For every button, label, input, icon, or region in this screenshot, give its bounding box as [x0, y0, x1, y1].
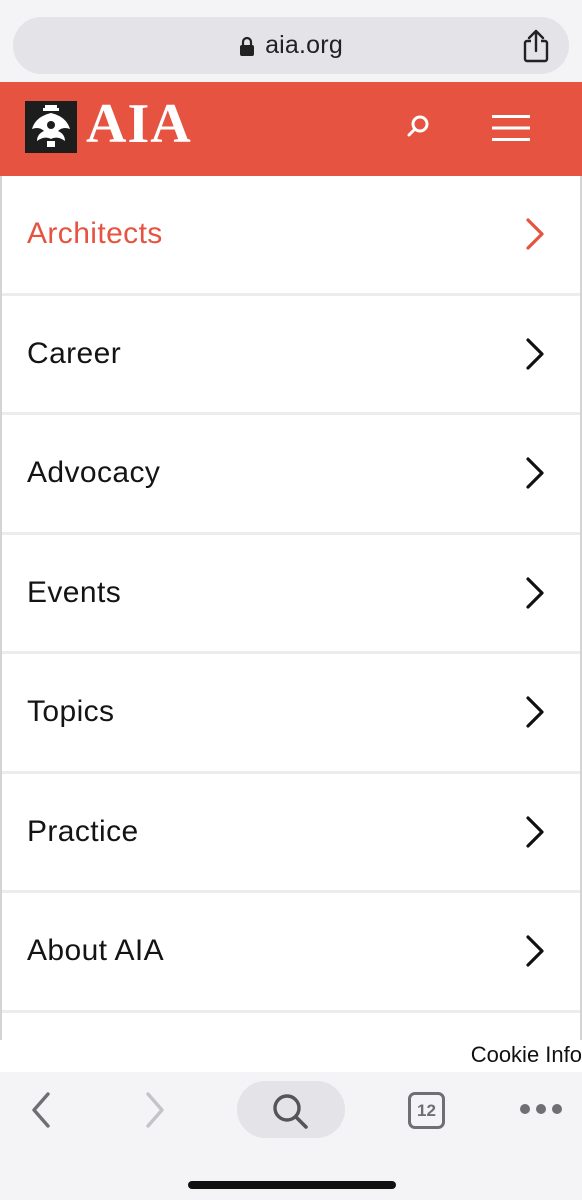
- menu-item-label: Events: [27, 575, 122, 609]
- menu-item-label: About AIA: [27, 934, 165, 967]
- chevron-right-icon: [526, 576, 544, 609]
- search-icon[interactable]: [403, 112, 433, 142]
- menu-item-label: Career: [27, 336, 122, 370]
- chevron-right-icon: [526, 935, 544, 967]
- menu-item-topics[interactable]: Topics: [2, 654, 580, 774]
- site-header: AIA: [0, 82, 582, 176]
- chevron-right-icon: [526, 218, 544, 250]
- chevron-right-icon: [526, 457, 544, 489]
- browser-toolbar: 12: [0, 1072, 582, 1200]
- cookie-info-link[interactable]: Cookie Info: [471, 1042, 582, 1068]
- chevron-right-icon: [526, 696, 544, 728]
- home-indicator: [188, 1181, 396, 1189]
- menu-item-about-aia[interactable]: About AIA: [2, 893, 580, 1013]
- aia-eagle-logo-icon[interactable]: [25, 101, 77, 153]
- tabs-icon[interactable]: 12: [408, 1092, 445, 1129]
- menu-item-advocacy[interactable]: Advocacy: [2, 415, 580, 535]
- navigation-menu: Architects Career Advocacy Events Topics…: [0, 176, 582, 1040]
- url-display: aia.org: [13, 17, 569, 74]
- share-icon[interactable]: [521, 29, 551, 63]
- url-text: aia.org: [265, 31, 343, 59]
- forward-icon[interactable]: [140, 1090, 170, 1130]
- site-logo-text[interactable]: AIA: [86, 94, 192, 154]
- chevron-right-icon: [526, 337, 544, 370]
- menu-item-label: Practice: [27, 814, 139, 848]
- lock-icon: [240, 36, 255, 56]
- menu-item-practice[interactable]: Practice: [2, 774, 580, 893]
- search-icon: [273, 1094, 308, 1129]
- menu-item-career[interactable]: Career: [2, 296, 580, 415]
- cookie-banner: Cookie Info: [0, 1040, 582, 1072]
- browser-address-bar: aia.org: [0, 0, 582, 82]
- menu-item-architects[interactable]: Architects: [2, 176, 580, 296]
- menu-item-label: Topics: [27, 695, 115, 728]
- more-icon[interactable]: [518, 1102, 564, 1116]
- menu-item-label: Architects: [27, 217, 163, 250]
- url-field[interactable]: aia.org: [13, 17, 569, 74]
- menu-item-events[interactable]: Events: [2, 535, 580, 654]
- hamburger-menu-icon[interactable]: [492, 112, 530, 144]
- toolbar-search-button[interactable]: [237, 1081, 345, 1138]
- menu-item-label: Advocacy: [27, 456, 161, 489]
- chevron-right-icon: [526, 815, 544, 848]
- back-icon[interactable]: [26, 1090, 56, 1130]
